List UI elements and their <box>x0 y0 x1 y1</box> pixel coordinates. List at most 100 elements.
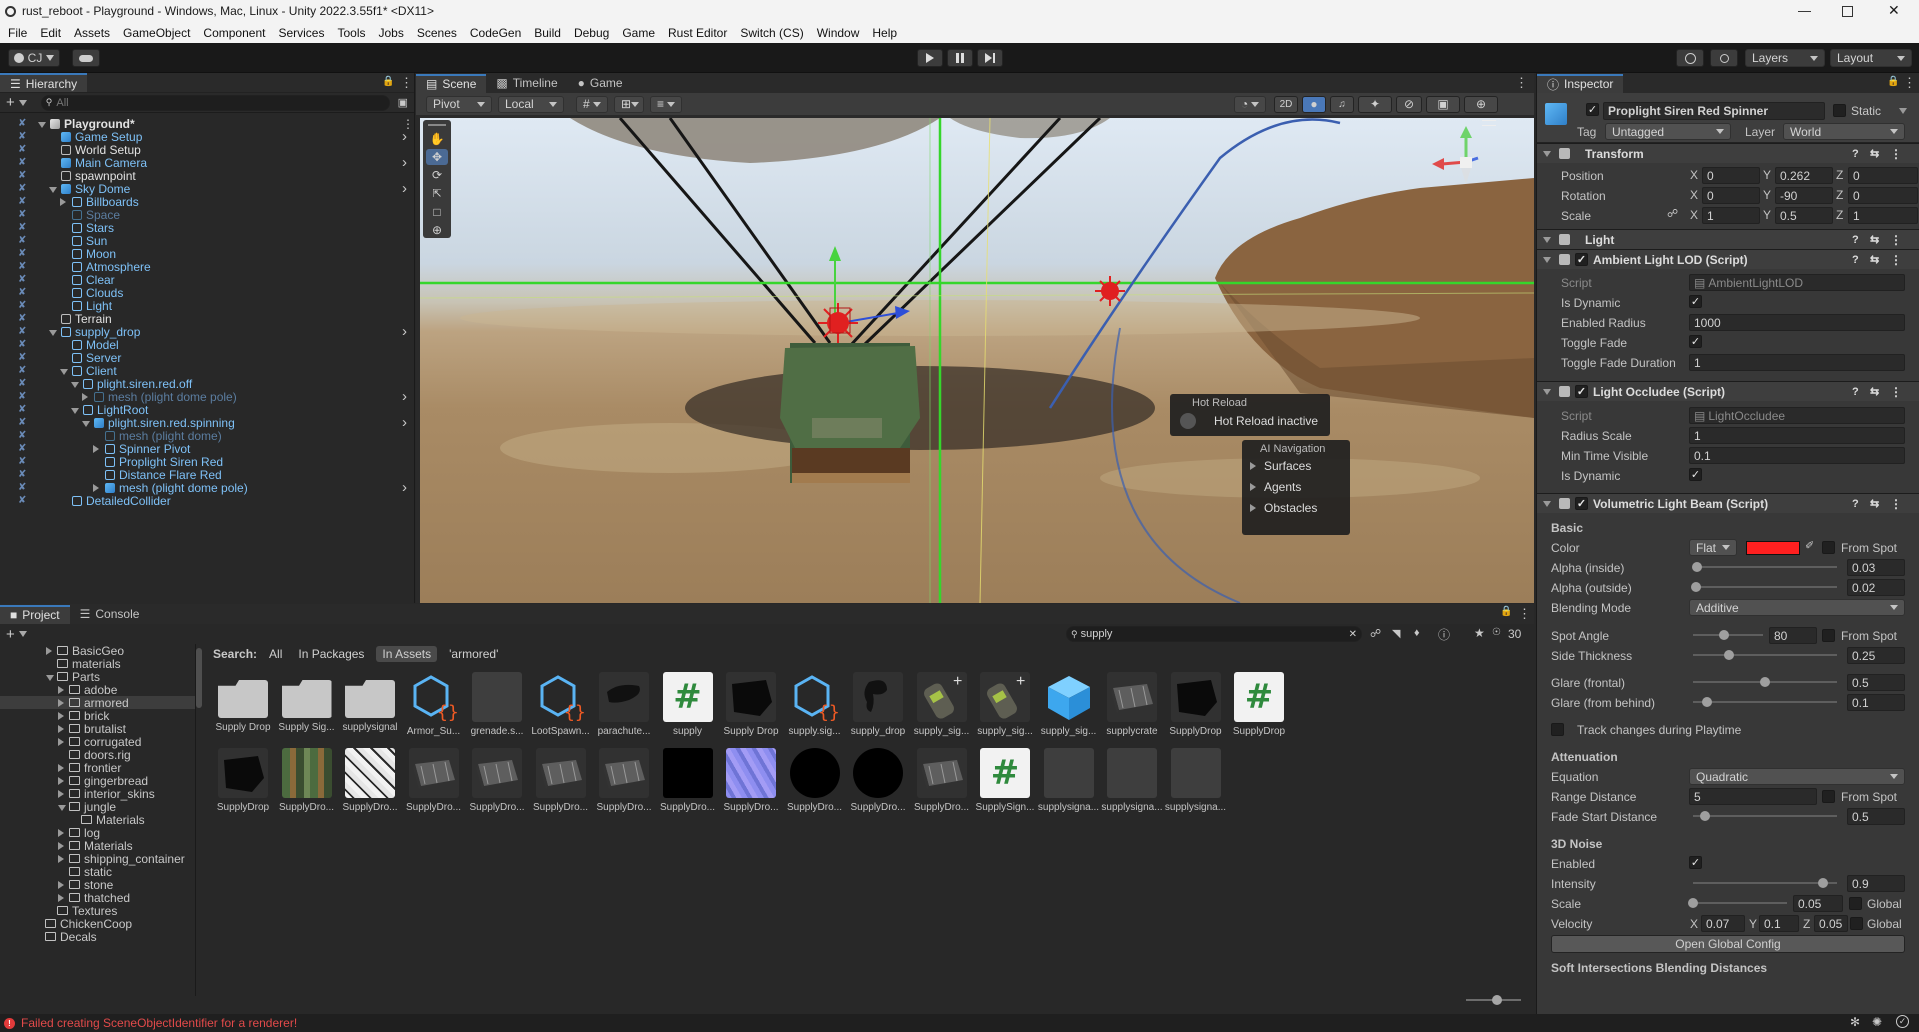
panel-menu-icon[interactable]: ⋮ <box>1515 75 1528 91</box>
asset-item[interactable]: SupplyDro... <box>720 748 782 813</box>
collapse-arrow-icon[interactable] <box>38 121 46 128</box>
collapse-arrow-icon[interactable] <box>49 186 57 193</box>
menu-file[interactable]: File <box>8 26 27 40</box>
hierarchy-search-input[interactable]: ⚲ All <box>40 94 390 111</box>
active-checkbox[interactable]: ✓ <box>1586 103 1599 116</box>
visibility-toggle-icon[interactable]: ✘ <box>18 248 28 259</box>
asset-item[interactable]: supply_drop <box>847 672 909 737</box>
glare-behind-slider[interactable] <box>1693 701 1837 703</box>
collapse-arrow-icon[interactable] <box>1543 236 1551 243</box>
asset-item[interactable]: parachute... <box>593 672 655 737</box>
hierarchy-item[interactable]: ✘ Proplight Siren Red <box>0 455 415 469</box>
object-name-field[interactable]: Proplight Siren Red Spinner <box>1603 102 1825 120</box>
folder-tree-item[interactable]: brick <box>0 709 195 723</box>
expand-arrow-icon[interactable] <box>58 711 64 720</box>
asset-item[interactable]: {} Armor_Su... <box>403 672 465 737</box>
expand-arrow-icon[interactable] <box>58 776 64 785</box>
folder-tree-item[interactable]: log <box>0 826 195 840</box>
collapse-arrow-icon[interactable] <box>71 407 79 414</box>
visibility-toggle-icon[interactable]: ✘ <box>18 118 28 129</box>
hierarchy-item[interactable]: ✘ mesh (plight dome pole) › <box>0 479 415 496</box>
hidden-objects-toggle[interactable]: ⊘ <box>1396 95 1422 113</box>
hierarchy-item[interactable]: ✘ Server <box>0 351 415 365</box>
preset-icon[interactable]: ⇆ <box>1870 147 1879 160</box>
hierarchy-item[interactable]: ✘ Sky Dome › <box>0 180 415 197</box>
visibility-toggle-icon[interactable]: ✘ <box>18 417 28 428</box>
hierarchy-item[interactable]: ✘ mesh (plight dome pole) › <box>0 388 415 405</box>
visibility-toggle-icon[interactable]: ✘ <box>18 469 28 480</box>
noise-intensity-field[interactable]: 0.9 <box>1847 875 1905 892</box>
visibility-toggle-icon[interactable]: ✘ <box>18 482 28 493</box>
is-dynamic-checkbox[interactable]: ✓ <box>1689 468 1702 481</box>
tab-project[interactable]: ■ Project <box>0 604 70 624</box>
asset-item[interactable]: Supply Drop <box>212 672 274 733</box>
menu-assets[interactable]: Assets <box>74 26 110 40</box>
menu-scenes[interactable]: Scenes <box>417 26 457 40</box>
min-time-visible-field[interactable]: 0.1 <box>1689 447 1905 464</box>
menu-rust-editor[interactable]: Rust Editor <box>668 26 727 40</box>
ai-nav-item[interactable]: Agents <box>1242 476 1350 497</box>
tab-scene[interactable]: ▤ Scene <box>416 73 487 93</box>
visibility-toggle-icon[interactable]: ✘ <box>18 287 28 298</box>
folder-tree-item[interactable]: interior_skins <box>0 787 195 801</box>
folder-tree-item[interactable]: thatched <box>0 891 195 905</box>
history-button[interactable] <box>1676 49 1704 67</box>
filter-in-assets[interactable]: In Assets <box>376 646 438 662</box>
panel-menu-icon[interactable]: ⋮ <box>1903 75 1916 91</box>
constrain-proportions-icon[interactable]: ☍ <box>1667 207 1678 220</box>
layout-dropdown[interactable]: Layout <box>1830 49 1912 67</box>
folder-tree-item[interactable]: Decals <box>0 930 195 944</box>
hierarchy-item[interactable]: ✘ DetailedCollider <box>0 494 415 508</box>
hierarchy-item[interactable]: ✘ Distance Flare Red <box>0 468 415 482</box>
transform-header[interactable]: Transform ? ⇆ ⋮ <box>1537 143 1919 163</box>
range-distance-field[interactable]: 5 <box>1689 788 1817 805</box>
account-dropdown[interactable]: CJ <box>8 49 60 67</box>
static-checkbox[interactable] <box>1833 104 1846 117</box>
folder-tree-item[interactable]: doors.rig <box>0 748 195 762</box>
menu-debug[interactable]: Debug <box>574 26 609 40</box>
noise-intensity-slider[interactable] <box>1693 882 1837 884</box>
fade-start-field[interactable]: 0.5 <box>1847 808 1905 825</box>
visibility-toggle-icon[interactable]: ✘ <box>18 300 28 311</box>
noise-enabled-checkbox[interactable]: ✓ <box>1689 856 1702 869</box>
audio-toggle-button[interactable]: ♫ <box>1330 95 1354 113</box>
hierarchy-item[interactable]: ✘ Terrain <box>0 312 415 326</box>
search-by-type-icon[interactable]: ☍ <box>1370 627 1381 640</box>
noise-scale-global-checkbox[interactable] <box>1849 897 1862 910</box>
folder-tree-item[interactable]: static <box>0 865 195 879</box>
help-icon[interactable]: ? <box>1852 498 1859 510</box>
visibility-toggle-icon[interactable]: ✘ <box>18 378 28 389</box>
transform-tool-icon[interactable]: ⊕ <box>426 223 448 238</box>
add-icon[interactable]: + <box>6 626 15 643</box>
draw-mode-dropdown[interactable]: ◔ <box>1234 95 1266 113</box>
from-spot-color-checkbox[interactable] <box>1822 541 1835 554</box>
expand-arrow-icon[interactable] <box>58 880 64 889</box>
hierarchy-item[interactable]: ✘ LightRoot <box>0 403 415 417</box>
visibility-toggle-icon[interactable]: ✘ <box>18 443 28 454</box>
play-button[interactable] <box>917 49 943 67</box>
folder-tree-item[interactable]: shipping_container <box>0 852 195 866</box>
hierarchy-item[interactable]: ✘ Billboards <box>0 195 415 209</box>
clear-search-icon[interactable]: ✕ <box>1349 629 1357 640</box>
info-icon[interactable]: ⓘ <box>1438 626 1450 643</box>
settings-icon[interactable]: ✻ <box>1850 1015 1860 1029</box>
lock-icon[interactable]: 🔒 <box>1500 606 1512 617</box>
move-tool-icon[interactable]: ✥ <box>426 149 448 165</box>
tag-dropdown[interactable]: Untagged <box>1605 123 1731 140</box>
visibility-toggle-icon[interactable]: ✘ <box>18 222 28 233</box>
component-enabled-checkbox[interactable]: ✓ <box>1575 253 1588 266</box>
asset-item[interactable]: supplysigna... <box>1038 748 1100 813</box>
preset-icon[interactable]: ⇆ <box>1870 233 1879 246</box>
collapse-arrow-icon[interactable] <box>1543 388 1551 395</box>
folder-tree-item[interactable]: Materials <box>0 813 195 827</box>
toggle-2d-button[interactable]: 2D <box>1274 95 1298 113</box>
expand-arrow-icon[interactable] <box>58 828 64 837</box>
visibility-toggle-icon[interactable]: ✘ <box>18 391 28 402</box>
track-changes-checkbox[interactable] <box>1551 723 1564 736</box>
local-dropdown[interactable]: Local <box>498 95 564 113</box>
asset-item[interactable]: supplycrate <box>1101 672 1163 737</box>
visibility-toggle-icon[interactable]: ✘ <box>18 183 28 194</box>
asset-item[interactable]: SupplyDro... <box>276 748 338 813</box>
position-y-field[interactable]: 0.262 <box>1775 167 1833 184</box>
tab-console[interactable]: ☰ Console <box>70 605 150 624</box>
